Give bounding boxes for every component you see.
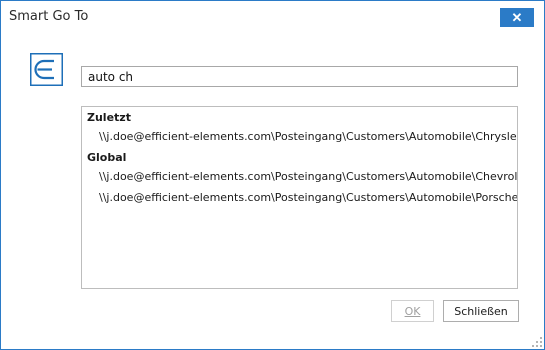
title-bar: Smart Go To ✕ bbox=[1, 1, 544, 33]
smart-go-to-dialog: Smart Go To ✕ Zuletzt \\j.doe@efficient-… bbox=[0, 0, 545, 350]
group-header-zuletzt: Zuletzt bbox=[87, 111, 131, 124]
results-list: Zuletzt \\j.doe@efficient-elements.com\P… bbox=[81, 106, 518, 289]
search-input[interactable] bbox=[81, 66, 518, 87]
efficient-elements-logo-icon bbox=[30, 53, 63, 86]
resize-grip-icon[interactable] bbox=[531, 336, 543, 348]
ok-button[interactable]: OK bbox=[391, 300, 434, 322]
ok-button-label: OK bbox=[404, 304, 421, 318]
close-dialog-button[interactable]: Schließen bbox=[443, 300, 519, 322]
group-header-global: Global bbox=[87, 151, 127, 164]
window-title: Smart Go To bbox=[9, 9, 89, 24]
list-item[interactable]: \\j.doe@efficient-elements.com\Posteinga… bbox=[99, 191, 517, 204]
list-item[interactable]: \\j.doe@efficient-elements.com\Posteinga… bbox=[99, 130, 517, 143]
list-item[interactable]: \\j.doe@efficient-elements.com\Posteinga… bbox=[99, 170, 517, 183]
window-close-button[interactable]: ✕ bbox=[500, 8, 534, 27]
close-icon: ✕ bbox=[511, 9, 523, 25]
close-dialog-button-label: Schließen bbox=[454, 304, 508, 318]
